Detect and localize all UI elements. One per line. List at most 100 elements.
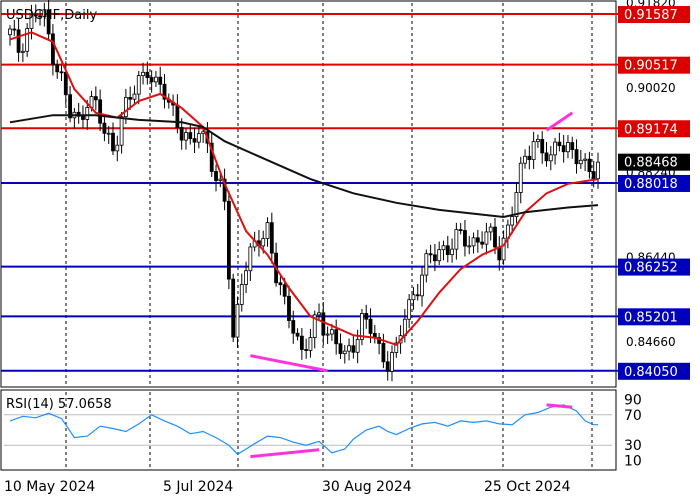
candle-body (544, 152, 549, 162)
rsi-y-tick-label: 70 (624, 408, 642, 424)
candle-body (557, 141, 562, 147)
level-label: 0.84050 (624, 365, 678, 380)
candle-body (480, 241, 485, 245)
candle-body (55, 64, 60, 73)
candle-body (196, 133, 201, 143)
candle-body (128, 97, 133, 100)
candle-body (317, 312, 321, 316)
rsi-title: RSI(14) 57.0658 (6, 397, 112, 412)
candle-body (574, 149, 579, 165)
candle-body (329, 329, 334, 335)
candle-body (291, 320, 296, 334)
candle-body (231, 278, 236, 338)
candle-body (570, 142, 575, 150)
candle-body (381, 343, 386, 363)
candle-body (420, 274, 424, 297)
y-tick-label: 0.90020 (626, 81, 676, 95)
candle-body (102, 122, 107, 134)
candle-body (364, 313, 369, 320)
candle-body (407, 299, 412, 320)
candle-body (467, 245, 472, 248)
candle-body (282, 284, 287, 297)
candle-body (596, 161, 600, 180)
level-label: 0.90517 (624, 59, 678, 74)
candle-body (226, 200, 231, 280)
candle-body (115, 144, 120, 152)
level-label: 0.85201 (624, 310, 678, 325)
price-chart: 0.918200.900200.882400.864400.846600.915… (0, 0, 690, 495)
price-panel-frame (0, 0, 617, 388)
candle-body (308, 337, 313, 351)
candle-body (244, 270, 248, 285)
x-tick-label: 10 May 2024 (4, 479, 95, 495)
candle-body (12, 28, 17, 31)
candle-body (368, 318, 373, 334)
candle-body (154, 76, 158, 83)
candle-body (106, 132, 111, 135)
candle-body (235, 304, 240, 338)
candle-body (510, 216, 515, 226)
candle-body (119, 116, 124, 146)
candle-body (351, 345, 356, 353)
candle-body (141, 71, 145, 77)
candle-body (578, 159, 583, 165)
candle-body (239, 284, 244, 305)
candle-body (85, 107, 90, 120)
candle-body (415, 294, 420, 297)
candle-body (390, 352, 394, 372)
level-label: 0.88018 (624, 177, 678, 192)
candle-body (265, 222, 270, 239)
candle-body (355, 339, 360, 353)
candle-body (428, 253, 433, 256)
candle-body (450, 248, 454, 256)
candle-body (325, 333, 330, 336)
candle-body (411, 294, 416, 301)
candle-body (149, 77, 154, 83)
candle-body (20, 50, 25, 53)
candle-body (561, 145, 566, 153)
candle-body (501, 237, 506, 261)
level-label: 0.91587 (624, 8, 678, 23)
current-price-label: 0.88468 (624, 156, 678, 171)
candle-body (51, 33, 55, 66)
x-tick-label: 25 Oct 2024 (484, 479, 571, 495)
candle-body (591, 171, 596, 180)
candle-body (548, 154, 553, 162)
candle-body (132, 93, 137, 100)
candle-body (145, 71, 150, 78)
candle-body (98, 99, 103, 124)
rsi-y-tick-label: 10 (624, 453, 642, 469)
candle-body (59, 71, 64, 74)
candle-body (523, 155, 527, 164)
candle-body (566, 142, 570, 153)
candle-body (304, 349, 309, 351)
candle-body (583, 158, 588, 161)
candle-body (553, 141, 557, 156)
candle-body (321, 312, 326, 336)
candle-body (445, 245, 450, 256)
candle-body (248, 246, 253, 272)
y-tick-label: 0.84660 (626, 335, 676, 349)
candle-body (123, 97, 128, 118)
candle-body (269, 222, 274, 254)
candle-body (214, 171, 218, 181)
candle-body (218, 178, 223, 181)
candle-body (587, 158, 592, 173)
candle-body (111, 132, 115, 152)
candle-body (536, 138, 540, 143)
level-label: 0.89174 (624, 122, 678, 137)
candle-body (488, 226, 493, 233)
candle-body (179, 127, 184, 141)
x-tick-label: 5 Jul 2024 (163, 479, 233, 495)
candle-body (287, 295, 291, 321)
candle-body (347, 345, 351, 352)
candle-body (540, 138, 545, 154)
level-label: 0.86252 (624, 261, 678, 276)
candle-body (16, 29, 21, 53)
candle-body (136, 75, 141, 95)
x-tick-label: 30 Aug 2024 (322, 479, 412, 495)
candle-body (385, 361, 390, 372)
candle-body (424, 253, 429, 276)
candle-body (81, 115, 85, 120)
candle-body (334, 329, 339, 345)
